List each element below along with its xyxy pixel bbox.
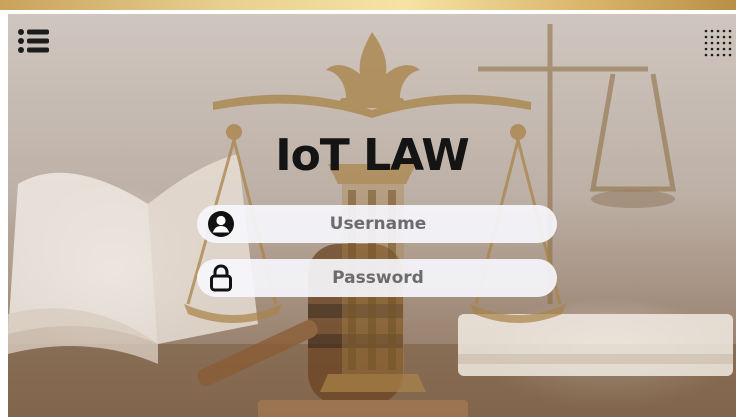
password-field[interactable]: Password [197, 259, 557, 297]
menu-button[interactable] [16, 28, 52, 58]
password-placeholder: Password [332, 268, 424, 288]
username-field[interactable]: Username [197, 205, 557, 243]
lock-icon [207, 264, 235, 292]
apps-grid-button[interactable] [700, 28, 736, 62]
username-placeholder: Username [329, 214, 427, 234]
app-frame: IoT LAW Username Password [0, 0, 736, 417]
dots-grid-icon [703, 28, 733, 62]
user-circle-icon [207, 210, 235, 238]
app-title: IoT LAW [275, 130, 470, 181]
list-menu-icon [17, 28, 51, 58]
